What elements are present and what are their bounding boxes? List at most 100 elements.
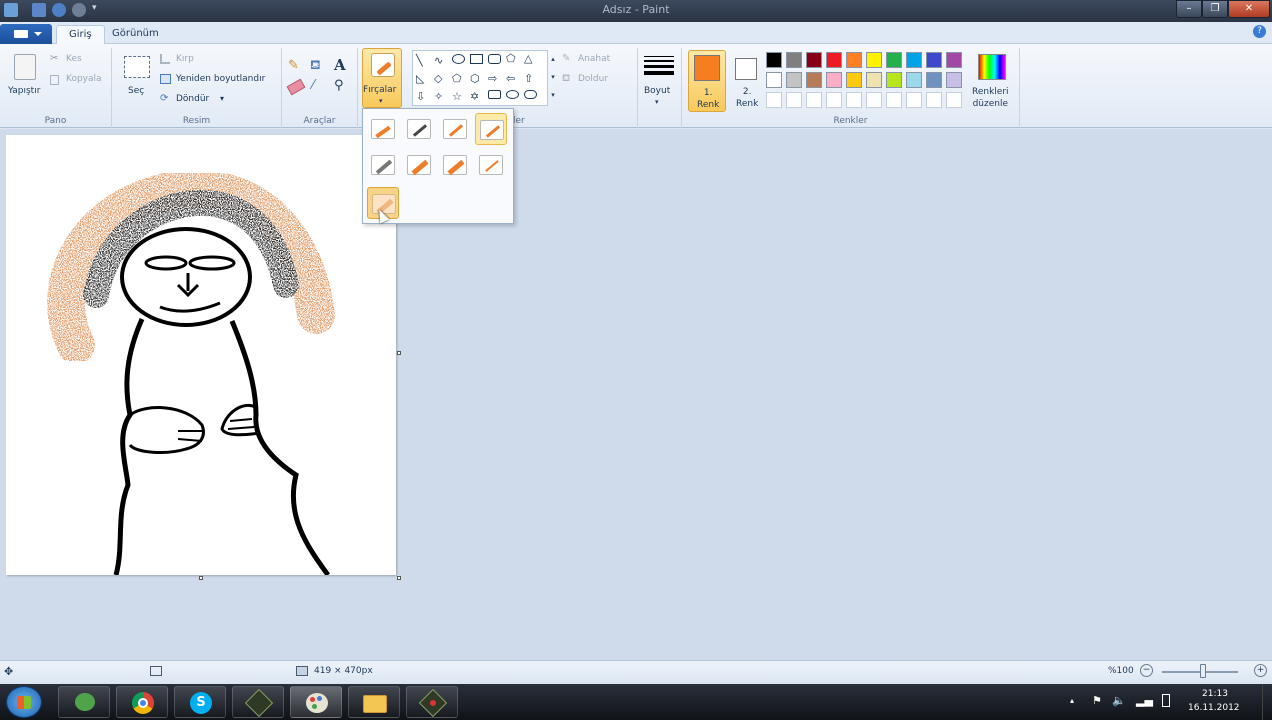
palette-swatch[interactable]: [766, 72, 782, 88]
palette-swatch[interactable]: [806, 52, 822, 68]
rotate-button[interactable]: ⟳ Döndür ▾: [160, 93, 230, 108]
zoom-out-icon[interactable]: −: [1140, 664, 1153, 677]
text-icon[interactable]: A: [334, 56, 352, 74]
start-button[interactable]: [6, 686, 42, 718]
paste-button[interactable]: Yapıştır: [6, 50, 44, 106]
help-icon[interactable]: ?: [1253, 25, 1266, 38]
tab-view[interactable]: Görünüm: [100, 25, 171, 45]
custom-color-swatch[interactable]: [806, 92, 822, 108]
outline-button[interactable]: ✎ Anahat: [562, 53, 632, 68]
custom-color-swatch[interactable]: [926, 92, 942, 108]
volume-icon[interactable]: 🔈: [1112, 694, 1126, 707]
oval-shape-icon[interactable]: [452, 54, 465, 64]
cloud-callout-shape-icon[interactable]: [524, 90, 537, 99]
crop-button[interactable]: Kırp: [160, 54, 220, 68]
taskbar-app-skype[interactable]: S: [174, 686, 226, 718]
custom-color-swatch[interactable]: [786, 92, 802, 108]
zoom-in-icon[interactable]: +: [1254, 664, 1267, 677]
action-center-icon[interactable]: ⚑: [1092, 694, 1102, 707]
custom-color-swatch[interactable]: [766, 92, 782, 108]
curve-shape-icon[interactable]: ∿: [434, 54, 443, 67]
callout-shape-icon[interactable]: [488, 90, 501, 99]
taskbar-app-paint[interactable]: [290, 686, 342, 718]
polygon-shape-icon[interactable]: ⬠: [506, 52, 516, 65]
taskbar-app-unknown1[interactable]: [232, 686, 284, 718]
six-point-star-shape-icon[interactable]: ✡: [470, 90, 479, 103]
maximize-button[interactable]: ❐: [1202, 0, 1228, 18]
custom-color-swatch[interactable]: [826, 92, 842, 108]
palette-swatch[interactable]: [866, 52, 882, 68]
four-point-star-shape-icon[interactable]: ✧: [434, 90, 443, 103]
canvas-resize-handle-corner[interactable]: [397, 576, 401, 580]
palette-swatch[interactable]: [946, 72, 962, 88]
custom-color-swatch[interactable]: [906, 92, 922, 108]
custom-color-swatch[interactable]: [946, 92, 962, 108]
taskbar-app-people[interactable]: [58, 686, 110, 718]
palette-swatch[interactable]: [886, 52, 902, 68]
left-arrow-shape-icon[interactable]: ⇦: [506, 72, 515, 85]
resize-button[interactable]: Yeniden boyutlandır: [160, 74, 280, 88]
palette-swatch[interactable]: [886, 72, 902, 88]
canvas-resize-handle-bottom[interactable]: [199, 576, 203, 580]
taskbar-app-chrome[interactable]: [116, 686, 168, 718]
palette-swatch[interactable]: [866, 72, 882, 88]
hexagon-shape-icon[interactable]: ⬡: [470, 72, 480, 85]
down-arrow-shape-icon[interactable]: ⇩: [416, 90, 425, 103]
right-arrow-shape-icon[interactable]: ⇨: [488, 72, 497, 85]
canvas-workspace[interactable]: [0, 129, 1272, 660]
edit-colors-button[interactable]: Renkleri düzenle: [970, 50, 1014, 112]
close-button[interactable]: ✕: [1228, 0, 1270, 18]
pentagon-shape-icon[interactable]: ⬠: [452, 72, 462, 85]
fill-button[interactable]: ⛾ Doldur: [562, 73, 632, 88]
palette-swatch[interactable]: [826, 52, 842, 68]
clock-date[interactable]: 16.11.2012: [1188, 703, 1240, 713]
battery-icon[interactable]: [1162, 694, 1170, 707]
rounded-rectangle-shape-icon[interactable]: [488, 54, 501, 64]
show-hidden-icons-icon[interactable]: ▴: [1070, 696, 1074, 705]
right-triangle-shape-icon[interactable]: ◺: [416, 72, 424, 85]
palette-swatch[interactable]: [906, 72, 922, 88]
brush-option-calligraphy1[interactable]: [403, 113, 435, 145]
magnifier-icon[interactable]: ⚲: [334, 78, 352, 96]
size-button[interactable]: Boyut ▾: [640, 50, 678, 110]
network-icon[interactable]: ▂▄: [1136, 694, 1153, 707]
brush-option-crayon[interactable]: [403, 149, 435, 181]
palette-swatch[interactable]: [786, 72, 802, 88]
custom-color-swatch[interactable]: [866, 92, 882, 108]
palette-swatch[interactable]: [806, 72, 822, 88]
pencil-icon[interactable]: ✎: [288, 58, 306, 76]
palette-swatch[interactable]: [786, 52, 802, 68]
canvas-resize-handle-right[interactable]: [397, 351, 401, 355]
diamond-shape-icon[interactable]: ◇: [434, 72, 442, 85]
drawing-canvas[interactable]: [6, 135, 401, 580]
paint-menu-button[interactable]: [0, 24, 52, 44]
select-button[interactable]: Seç: [120, 50, 154, 106]
minimize-button[interactable]: –: [1176, 0, 1202, 18]
palette-swatch[interactable]: [826, 72, 842, 88]
brush-option-calligraphy2[interactable]: [439, 113, 471, 145]
taskbar-app-unknown2[interactable]: [406, 686, 458, 718]
custom-color-swatch[interactable]: [886, 92, 902, 108]
palette-swatch[interactable]: [906, 52, 922, 68]
brush-option-airbrush[interactable]: [475, 113, 507, 145]
taskbar-app-explorer[interactable]: [348, 686, 400, 718]
tab-home[interactable]: Giriş: [56, 25, 105, 45]
brush-option-oil[interactable]: [367, 149, 399, 181]
five-point-star-shape-icon[interactable]: ☆: [452, 90, 462, 103]
copy-button[interactable]: Kopyala: [50, 74, 108, 88]
palette-swatch[interactable]: [926, 72, 942, 88]
fill-bucket-icon[interactable]: ⛾: [310, 58, 328, 76]
rectangle-shape-icon[interactable]: [470, 54, 483, 64]
palette-swatch[interactable]: [846, 52, 862, 68]
brush-option-natural-pencil[interactable]: [475, 149, 507, 181]
oval-callout-shape-icon[interactable]: [506, 90, 519, 99]
zoom-slider-thumb[interactable]: [1200, 664, 1206, 678]
eraser-icon[interactable]: [286, 78, 306, 96]
color1-button[interactable]: 1. Renk: [688, 50, 726, 112]
up-arrow-shape-icon[interactable]: ⇧: [524, 72, 533, 85]
show-desktop-button[interactable]: [1262, 684, 1272, 720]
brush-option-marker[interactable]: [439, 149, 471, 181]
triangle-shape-icon[interactable]: △: [524, 52, 532, 65]
palette-swatch[interactable]: [846, 72, 862, 88]
clock-time[interactable]: 21:13: [1202, 689, 1228, 699]
